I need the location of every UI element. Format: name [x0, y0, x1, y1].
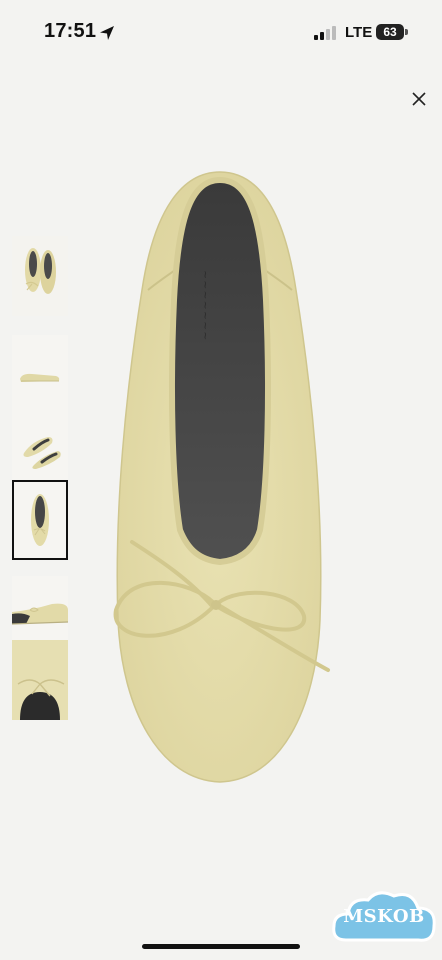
thumbnail-1[interactable] — [12, 236, 68, 316]
signal-icon — [314, 26, 336, 40]
thumbnail-image — [12, 335, 68, 415]
location-arrow-icon — [100, 26, 114, 40]
thumbnail-6[interactable] — [12, 640, 68, 720]
thumbnail-2[interactable] — [12, 335, 68, 415]
close-icon — [412, 92, 426, 106]
thumbnail-image — [12, 411, 68, 491]
thumbnail-4[interactable] — [12, 480, 68, 560]
status-bar: 17:51 LTE 63 — [0, 0, 442, 66]
close-button[interactable] — [407, 87, 431, 111]
main-product-image[interactable]: ~~~~~~~ — [90, 150, 350, 810]
network-type: LTE — [345, 24, 373, 41]
thumbnail-image — [12, 640, 68, 720]
watermark-logo: MSKOB — [328, 886, 440, 952]
home-indicator[interactable] — [142, 944, 300, 949]
thumbnail-image — [14, 482, 66, 558]
status-time: 17:51 — [44, 20, 97, 42]
shoe-insole — [169, 176, 271, 566]
svg-text:~~~~~~~: ~~~~~~~ — [199, 270, 212, 342]
thumbnail-3[interactable] — [12, 411, 68, 491]
battery-level: 63 — [383, 25, 397, 39]
watermark-text: MSKOB — [343, 906, 425, 927]
battery-icon: 63 — [376, 24, 404, 40]
battery-cap — [405, 29, 408, 35]
thumbnail-image — [12, 236, 68, 316]
